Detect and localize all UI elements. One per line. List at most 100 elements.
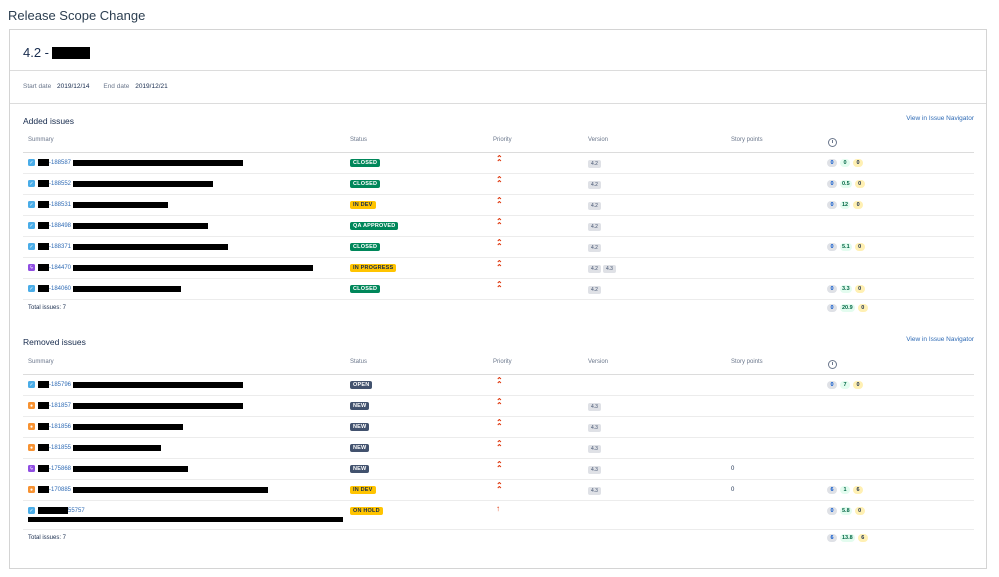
removed-view-in-navigator-link[interactable]: View in Issue Navigator — [906, 336, 974, 343]
status-lozenge: NEW — [350, 402, 370, 410]
issue-summary: ✓ -188552 — [28, 180, 214, 187]
priority-highest-icon: ⌃ ⌃ — [496, 280, 503, 293]
issue-key-link[interactable]: -170885 — [49, 487, 71, 493]
issue-key-link[interactable]: -181857 — [49, 403, 71, 409]
issue-key-link[interactable]: -184060 — [49, 286, 71, 292]
version-tag: 4.2 — [588, 160, 601, 168]
estimate-badge: 0 — [827, 304, 837, 312]
column-version: Version — [588, 359, 609, 365]
logged-badge: 3.3 — [840, 285, 852, 293]
priority-high-icon: ↑ — [496, 504, 500, 513]
logged-badge: 1 — [840, 486, 850, 494]
redacted-summary — [73, 201, 169, 208]
status-lozenge: CLOSED — [350, 285, 381, 293]
version-tag: 4.2 — [588, 202, 601, 210]
version-cell: 4.2 4.3 — [588, 265, 618, 273]
version-cell: 4.2 — [588, 286, 603, 294]
issue-summary: ϟ -184470 — [28, 264, 314, 271]
priority-highest-icon: ⌃ ⌃ — [496, 175, 503, 188]
bug-type-icon: ● — [28, 444, 35, 451]
status-cell: NEW — [350, 444, 370, 452]
issue-key-link[interactable]: -188552 — [49, 181, 71, 187]
story-type-icon: ✓ — [28, 507, 35, 514]
issue-key-link[interactable]: -188531 — [49, 202, 71, 208]
status-lozenge: OPEN — [350, 381, 373, 389]
table-row: ϟ -175868 NEW ⌃ ⌃ 4.3 0 — [23, 459, 974, 480]
issue-summary: ● -181855 — [28, 444, 162, 451]
issue-key-link[interactable]: -188587 — [49, 160, 71, 166]
status-cell: CLOSED — [350, 243, 381, 251]
added-issues-table: Summary Status Priority Version Story points… — [23, 135, 974, 317]
logged-badge: 7 — [840, 381, 850, 389]
redacted-summary — [73, 486, 269, 493]
status-cell: NEW — [350, 402, 370, 410]
status-lozenge: IN DEV — [350, 201, 376, 209]
redacted-project-key — [38, 180, 49, 187]
story-type-icon: ✓ — [28, 159, 35, 166]
issue-key-link[interactable]: -175868 — [49, 466, 71, 472]
issue-key-link[interactable]: -185796 — [49, 382, 71, 388]
start-date-label: Start date — [23, 83, 52, 90]
issue-summary: ϟ -175868 — [28, 465, 189, 472]
issue-key-link[interactable]: -181855 — [49, 445, 71, 451]
issue-key-link[interactable]: 55757 — [68, 508, 85, 514]
status-cell: IN PROGRESS — [350, 264, 397, 272]
status-cell: CLOSED — [350, 285, 381, 293]
added-issues-title: Added issues — [23, 116, 75, 126]
table-header: Summary Status Priority Version Story points — [23, 357, 974, 375]
column-story-points: Story points — [731, 137, 763, 143]
table-header: Summary Status Priority Version Story points — [23, 135, 974, 153]
scope-change-panel: 4.2 - Start date 2019/12/14 End date 201… — [9, 29, 987, 569]
estimate-badge: 0 — [827, 381, 837, 389]
status-cell: IN DEV — [350, 486, 376, 494]
bug-type-icon: ● — [28, 423, 35, 430]
total-time-cell: 6 13.8 6 — [827, 534, 868, 542]
issue-key-link[interactable]: -184470 — [49, 265, 71, 271]
time-tracking-cell: 0 0.5 0 — [827, 180, 865, 188]
version-tag: 4.3 — [588, 445, 601, 453]
table-row: ✓ -184060 CLOSED ⌃ ⌃ 4.2 0 3.3 0 — [23, 279, 974, 300]
issue-summary: ✓ -188531 — [28, 201, 169, 208]
issue-key-link[interactable]: -181856 — [49, 424, 71, 430]
remaining-badge: 0 — [854, 285, 865, 293]
status-lozenge: NEW — [350, 444, 370, 452]
issue-summary: ✓ -188498 — [28, 222, 209, 229]
time-tracking-cell: 616 — [827, 486, 863, 494]
estimate-badge: 6 — [827, 534, 837, 542]
redacted-project-key — [38, 465, 49, 472]
story-points-cell: 0 — [731, 487, 735, 493]
priority-highest-icon: ⌃ ⌃ — [496, 259, 503, 272]
bug-type-icon: ● — [28, 402, 35, 409]
removed-issues-table: Summary Status Priority Version Story points… — [23, 357, 974, 547]
status-cell: CLOSED — [350, 180, 381, 188]
version-tag: 4.3 — [602, 265, 616, 273]
remaining-badge: 6 — [857, 534, 868, 542]
redacted-project-key — [38, 285, 49, 292]
redacted-summary — [73, 381, 244, 388]
logged-badge: 5.8 — [840, 507, 852, 515]
added-view-in-navigator-link[interactable]: View in Issue Navigator — [906, 115, 974, 122]
logged-badge: 0 — [840, 159, 850, 167]
issue-key-link[interactable]: -188498 — [49, 223, 71, 229]
redacted-summary — [73, 423, 184, 430]
clock-icon — [828, 360, 837, 369]
column-version: Version — [588, 137, 609, 143]
status-cell: IN DEV — [350, 201, 376, 209]
version-title: 4.2 - — [23, 45, 91, 60]
remaining-badge: 0 — [857, 304, 868, 312]
version-cell: 4.3 — [588, 424, 603, 432]
redacted-summary — [73, 402, 244, 409]
status-lozenge: QA APPROVED — [350, 222, 399, 230]
removed-issues-title: Removed issues — [23, 337, 86, 347]
priority-highest-icon: ⌃ ⌃ — [496, 481, 503, 494]
issue-key-link[interactable]: -188371 — [49, 244, 71, 250]
estimate-badge: 0 — [827, 159, 837, 167]
logged-badge: 5.1 — [840, 243, 852, 251]
bug-type-icon: ● — [28, 486, 35, 493]
priority-highest-icon: ⌃ ⌃ — [496, 460, 503, 473]
status-lozenge: NEW — [350, 465, 370, 473]
priority-highest-icon: ⌃ ⌃ — [496, 217, 503, 230]
redacted-summary — [28, 517, 343, 522]
page-title: Release Scope Change — [8, 8, 146, 23]
estimate-badge: 0 — [827, 285, 837, 293]
